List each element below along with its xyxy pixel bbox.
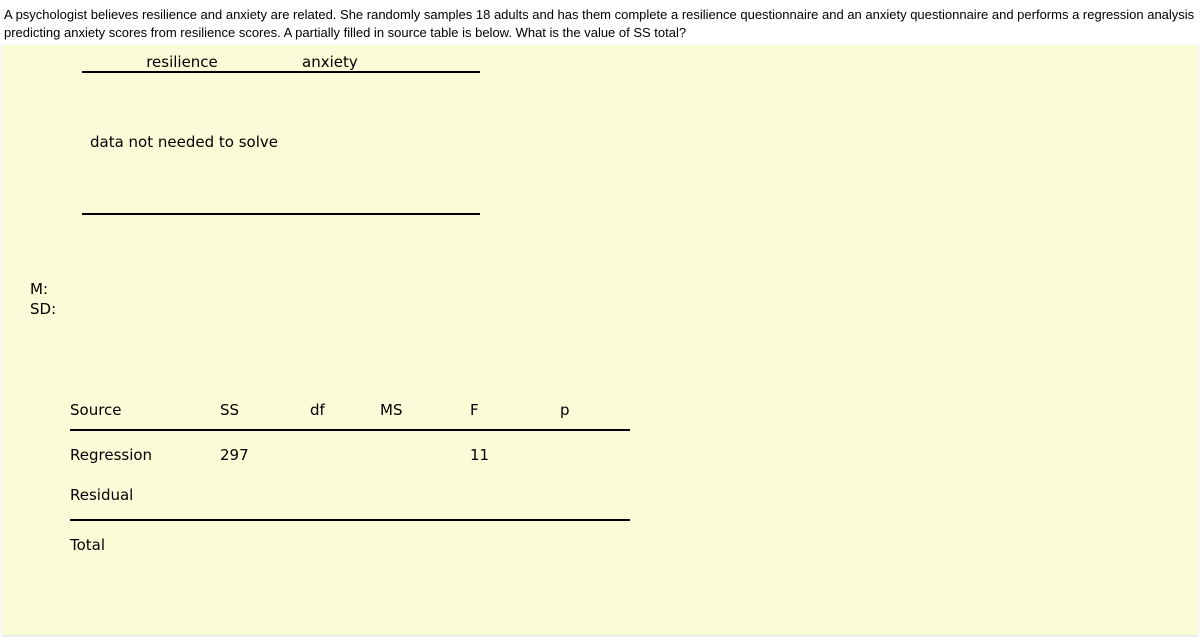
col-anxiety-header: anxiety xyxy=(282,53,480,71)
question-text: A psychologist believes resilience and a… xyxy=(0,0,1200,45)
header-ms: MS xyxy=(380,401,470,419)
data-table-body: data not needed to solve xyxy=(82,73,480,213)
source-table: Source SS df MS F p Regression 297 11 Re… xyxy=(70,395,630,565)
worksheet-area: resilience anxiety data not needed to so… xyxy=(2,45,1198,635)
sd-label: SD: xyxy=(30,300,56,320)
row-regression: Regression 297 11 xyxy=(70,435,630,475)
header-p: p xyxy=(560,401,630,419)
stats-labels: M: SD: xyxy=(30,280,56,319)
source-table-header-row: Source SS df MS F p xyxy=(70,395,630,425)
row-residual: Residual xyxy=(70,475,630,515)
rule-top xyxy=(70,429,630,431)
mean-label: M: xyxy=(30,280,56,300)
header-f: F xyxy=(470,401,560,419)
cell-regression-ss: 297 xyxy=(220,446,310,464)
header-ss: SS xyxy=(220,401,310,419)
data-not-needed-note: data not needed to solve xyxy=(90,133,278,151)
cell-residual-label: Residual xyxy=(70,486,220,504)
data-table: resilience anxiety data not needed to so… xyxy=(82,53,480,215)
cell-regression-f: 11 xyxy=(470,446,560,464)
header-df: df xyxy=(310,401,380,419)
row-total: Total xyxy=(70,525,630,565)
cell-regression-label: Regression xyxy=(70,446,220,464)
header-source: Source xyxy=(70,401,220,419)
rule-bottom xyxy=(70,519,630,521)
data-table-header: resilience anxiety xyxy=(82,53,480,73)
data-table-bottom-rule xyxy=(82,213,480,215)
cell-total-label: Total xyxy=(70,536,220,554)
col-resilience-header: resilience xyxy=(82,53,282,71)
